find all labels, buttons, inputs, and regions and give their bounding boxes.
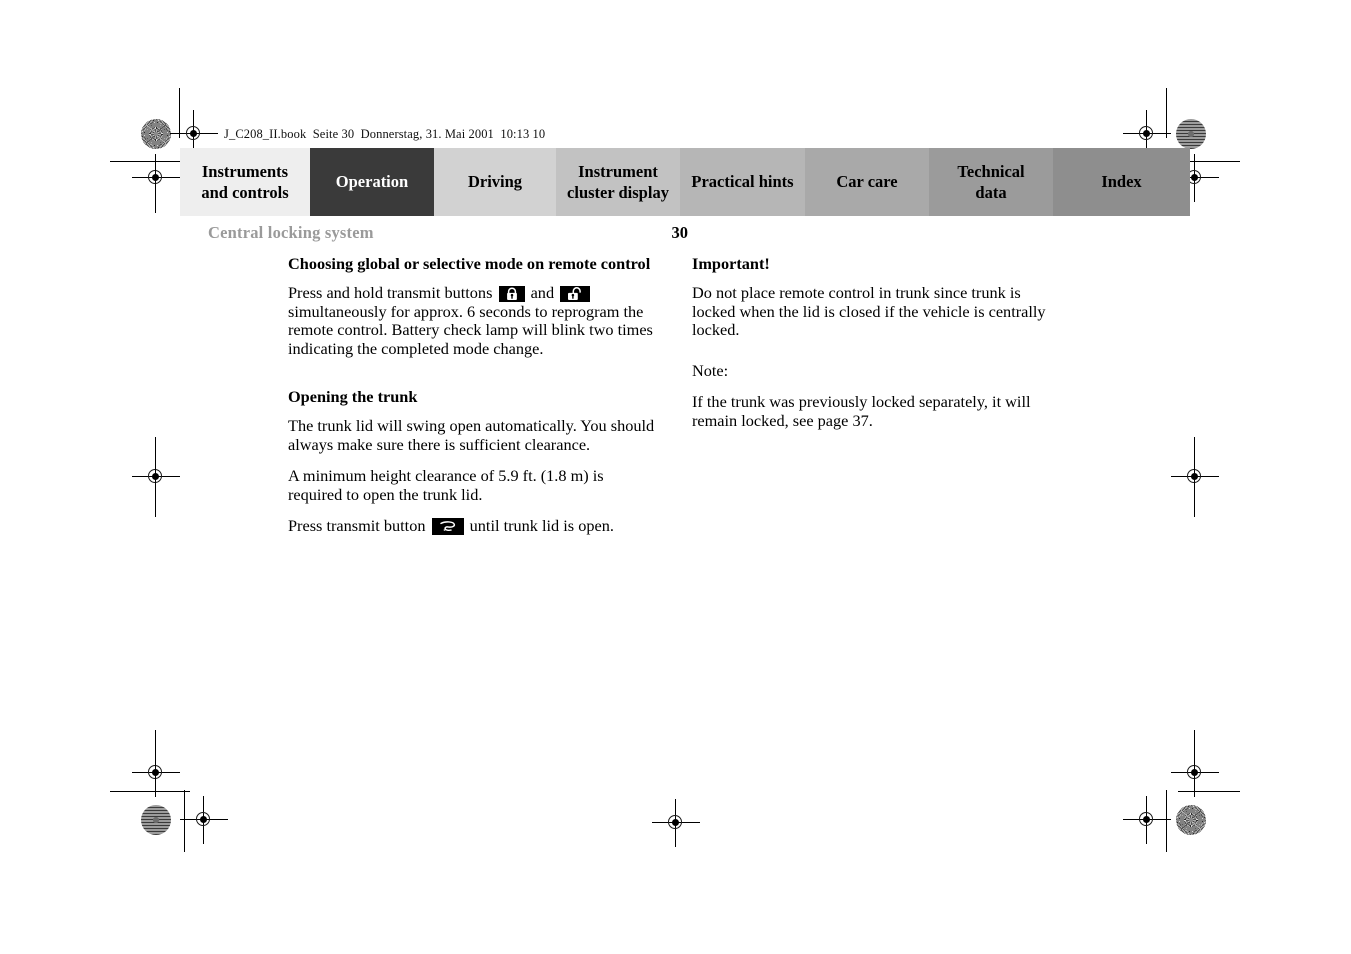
registration-mark-bottom-center — [652, 799, 700, 847]
paragraph-press-transmit-button: Press transmit button until trunk lid is… — [288, 516, 660, 536]
chapter-tab-label: Practical hints — [691, 172, 794, 192]
crop-guide-vertical-left-top — [179, 88, 181, 138]
heading-important: Important! — [692, 254, 770, 273]
section-header-line: Central locking system 30 — [208, 223, 688, 243]
crop-guide-vertical-right-foot — [1166, 790, 1168, 852]
paragraph-height-clearance: A minimum height clearance of 5.9 ft. (1… — [288, 466, 604, 504]
chapter-tab-car-care[interactable]: Car care — [805, 148, 929, 216]
crop-guide-vertical-left-foot — [184, 790, 186, 852]
chapter-tab-technical-data[interactable]: Technical data — [929, 148, 1053, 216]
paragraph-text-after-icons: simultaneously for approx. 6 seconds to … — [288, 301, 653, 358]
crop-guide-horizontal-right-bottom — [1178, 791, 1240, 793]
paragraph-note-body: If the trunk was previously locked separ… — [692, 392, 1031, 430]
chapter-tab-label: Instrument cluster display — [567, 161, 669, 202]
registration-mark-bottom-right-outer — [1123, 796, 1171, 844]
chapter-tab-bar: Instruments and controls Operation Driving… — [180, 148, 1190, 216]
chapter-tab-operation[interactable]: Operation — [310, 148, 434, 216]
registration-mark-bottom-left-inner — [132, 749, 180, 797]
paragraph-reprogram-remote: Press and hold transmit buttons and simu… — [288, 283, 660, 358]
paragraph-text-between-icons: and — [530, 283, 555, 303]
chapter-tab-driving[interactable]: Driving — [434, 148, 556, 216]
crop-guide-vertical-mid-right — [1194, 437, 1196, 517]
paragraph-important-warning: Do not place remote control in trunk sin… — [692, 283, 1046, 340]
registration-mark-mid-left — [132, 453, 180, 501]
right-column: Important! Do not place remote control i… — [692, 254, 1064, 443]
crop-guide-horizontal-left-top — [110, 161, 190, 163]
chapter-tab-label: Driving — [467, 172, 523, 192]
starburst-registration-mark-bottom-right — [1176, 805, 1206, 835]
registration-mark-mid-right — [1171, 453, 1219, 501]
paragraph-trunk-swing-open: The trunk lid will swing open automatica… — [288, 416, 655, 454]
lock-open-icon — [560, 286, 591, 303]
registration-mark-top-left-outer — [132, 154, 180, 202]
paragraph-text-before-icons: Press and hold transmit buttons — [288, 283, 493, 303]
crop-guide-vertical-bottom-left — [155, 730, 157, 785]
crop-guide-vertical-bottom-right — [1194, 730, 1196, 785]
lock-closed-icon — [498, 286, 525, 303]
crop-guide-vertical-mid-left — [155, 437, 157, 517]
chapter-tab-label: Index — [1101, 172, 1142, 192]
manual-page: J_C208_II.book Seite 30 Donnerstag, 31. … — [0, 0, 1351, 954]
trunk-release-icon — [431, 518, 464, 536]
chapter-tab-label: Technical data — [957, 161, 1025, 202]
chapter-tab-label: Car care — [836, 172, 898, 192]
crop-guide-vertical-left-body — [155, 163, 157, 213]
chapter-tab-instrument-cluster-display[interactable]: Instrument cluster display — [556, 148, 680, 216]
press-transmit-text-before: Press transmit button — [288, 516, 426, 536]
density-registration-mark-top-right — [1176, 119, 1206, 149]
left-column: Choosing global or selective mode on rem… — [288, 254, 660, 549]
chapter-tab-practical-hints[interactable]: Practical hints — [680, 148, 805, 216]
density-registration-mark-bottom-left — [141, 805, 171, 835]
registration-mark-top-right-inner — [1123, 110, 1171, 158]
chapter-tab-label: Instruments and controls — [201, 161, 289, 202]
registration-mark-bottom-left-outer — [180, 796, 228, 844]
registration-mark-top-left-inner — [170, 110, 218, 158]
crop-guide-horizontal-left-bottom — [110, 791, 190, 793]
crop-guide-vertical-right-top — [1166, 88, 1168, 138]
file-info-line: J_C208_II.book Seite 30 Donnerstag, 31. … — [224, 127, 546, 141]
chapter-tab-instruments-and-controls[interactable]: Instruments and controls — [180, 148, 310, 216]
page-number: 30 — [671, 223, 689, 242]
note-label: Note: — [692, 360, 729, 380]
page-title: Central locking system — [208, 223, 374, 242]
press-transmit-text-after: until trunk lid is open. — [469, 516, 614, 536]
heading-choosing-mode: Choosing global or selective mode on rem… — [288, 254, 651, 273]
registration-mark-bottom-right-inner — [1171, 749, 1219, 797]
chapter-tab-label: Operation — [335, 172, 409, 192]
chapter-tab-index[interactable]: Index — [1053, 148, 1190, 216]
heading-opening-trunk: Opening the trunk — [288, 387, 418, 407]
starburst-registration-mark-top-left — [141, 119, 171, 149]
